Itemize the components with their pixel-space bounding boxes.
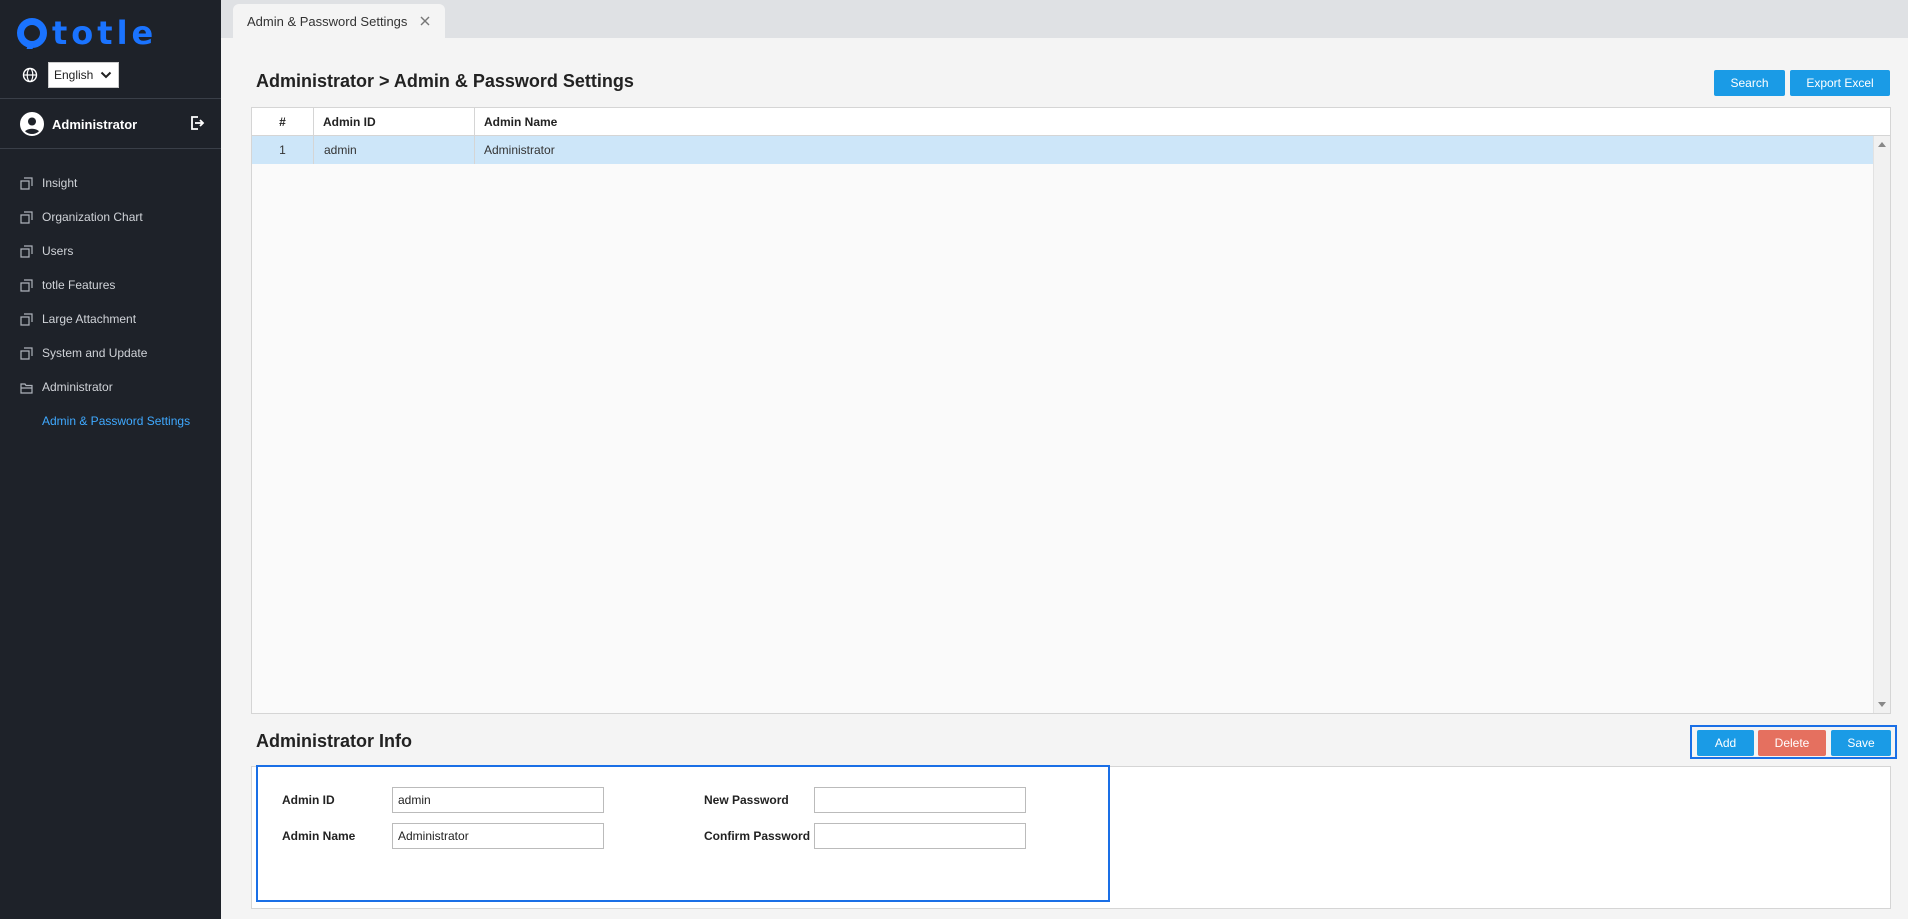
sidebar-divider	[0, 98, 221, 99]
sidebar-item-totle-features[interactable]: totle Features	[0, 268, 221, 302]
export-excel-button[interactable]: Export Excel	[1790, 70, 1890, 96]
document-icon	[20, 312, 33, 326]
scroll-down-icon[interactable]	[1878, 702, 1886, 707]
document-icon	[20, 176, 33, 190]
logout-icon[interactable]	[189, 115, 205, 131]
logo-text: totle	[52, 14, 158, 52]
sidebar-item-label: System and Update	[42, 346, 148, 360]
sidebar-item-large-attachment[interactable]: Large Attachment	[0, 302, 221, 336]
document-icon	[20, 346, 33, 360]
admin-id-field[interactable]	[392, 787, 604, 813]
sidebar-item-label: Administrator	[42, 380, 113, 394]
tab-admin-password-settings[interactable]: Admin & Password Settings	[233, 4, 445, 38]
row-index: 1	[279, 143, 286, 157]
sidebar-item-administrator[interactable]: Administrator	[0, 370, 221, 404]
sidebar-item-label: Users	[42, 244, 74, 258]
scroll-up-icon[interactable]	[1878, 142, 1886, 147]
delete-button[interactable]: Delete	[1758, 730, 1826, 756]
page-title: Administrator > Admin & Password Setting…	[256, 71, 634, 91]
new-password-label: New Password	[704, 793, 789, 807]
add-button[interactable]: Add	[1697, 730, 1754, 756]
admin-name-label: Admin Name	[282, 829, 356, 843]
language-select[interactable]: English	[48, 62, 119, 88]
confirm-password-field[interactable]	[814, 823, 1026, 849]
logo[interactable]: totle	[17, 16, 157, 50]
admin-id-label: Admin ID	[282, 793, 335, 807]
user-icon	[20, 112, 44, 136]
column-header-index[interactable]: #	[252, 108, 313, 136]
sidebar-item-users[interactable]: Users	[0, 234, 221, 268]
sidebar: totle English Administrator Insight Orga…	[0, 0, 221, 919]
close-icon[interactable]	[419, 15, 431, 27]
sidebar-item-label: Large Attachment	[42, 312, 137, 326]
sidebar-item-label: totle Features	[42, 278, 116, 292]
sidebar-item-organization-chart[interactable]: Organization Chart	[0, 200, 221, 234]
sidebar-nav: Insight Organization Chart Users totle F…	[0, 166, 221, 438]
column-divider[interactable]	[474, 108, 475, 164]
search-button[interactable]: Search	[1714, 70, 1785, 96]
new-password-field[interactable]	[814, 787, 1026, 813]
document-icon	[20, 244, 33, 258]
column-divider[interactable]	[313, 108, 314, 164]
row-admin-id: admin	[324, 143, 357, 157]
user-row: Administrator	[20, 110, 205, 138]
document-icon	[20, 278, 33, 292]
sidebar-subitem-admin-password-settings[interactable]: Admin & Password Settings	[0, 404, 221, 438]
admin-name-field[interactable]	[392, 823, 604, 849]
save-button[interactable]: Save	[1831, 730, 1891, 756]
row-admin-name: Administrator	[484, 143, 555, 157]
sidebar-divider	[0, 148, 221, 149]
column-header-admin-name[interactable]: Admin Name	[484, 108, 784, 136]
tab-label: Admin & Password Settings	[247, 13, 408, 29]
sidebar-item-system-and-update[interactable]: System and Update	[0, 336, 221, 370]
grid-header: # Admin ID Admin Name	[252, 108, 1890, 136]
globe-icon	[22, 67, 38, 83]
column-header-admin-id[interactable]: Admin ID	[323, 108, 473, 136]
grid-scrollbar[interactable]	[1873, 136, 1890, 713]
admin-grid: # Admin ID Admin Name 1 admin Administra…	[251, 107, 1891, 714]
table-row[interactable]: 1 admin Administrator	[252, 136, 1873, 164]
chevron-down-icon	[100, 71, 112, 79]
confirm-password-label: Confirm Password	[704, 829, 811, 843]
user-name: Administrator	[52, 116, 138, 132]
language-row: English	[22, 62, 119, 88]
sidebar-item-label: Insight	[42, 176, 78, 190]
language-selected: English	[54, 68, 94, 82]
logo-mark	[17, 18, 47, 48]
sidebar-subitem-label: Admin & Password Settings	[42, 414, 191, 428]
document-icon	[20, 210, 33, 224]
sidebar-item-insight[interactable]: Insight	[0, 166, 221, 200]
sidebar-item-label: Organization Chart	[42, 210, 143, 224]
folder-open-icon	[20, 382, 33, 394]
section-title: Administrator Info	[256, 731, 412, 751]
tab-bar: Admin & Password Settings	[221, 0, 1908, 38]
